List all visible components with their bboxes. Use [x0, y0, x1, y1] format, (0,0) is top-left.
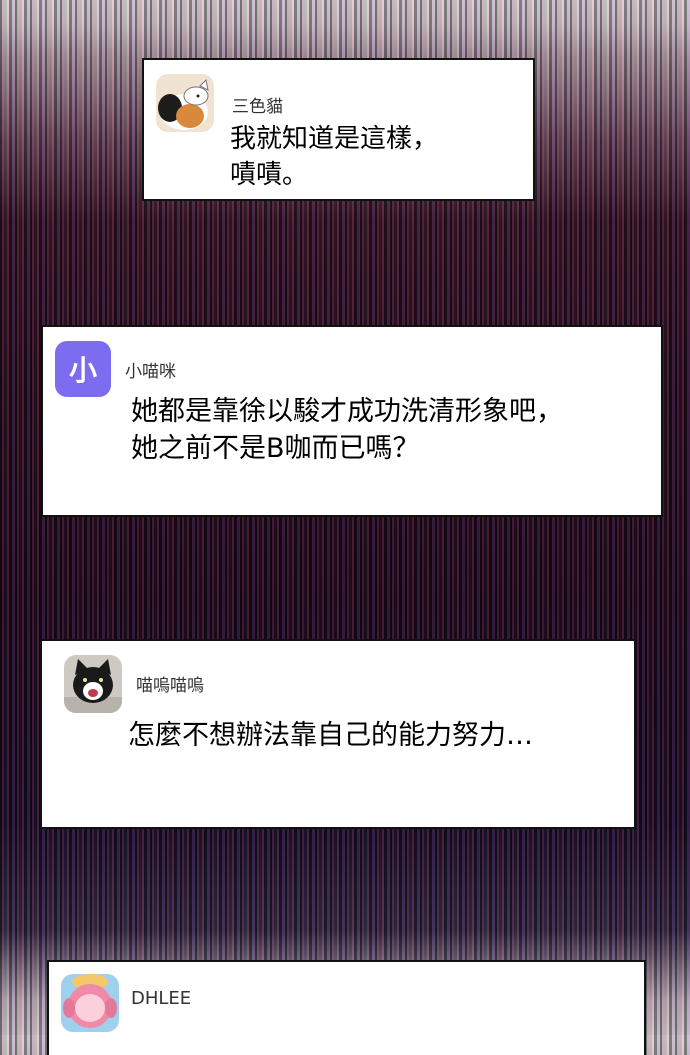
- comment-card-xiaomiaomi: 小 小喵咪 她都是靠徐以駿才成功洗清形象吧， 她之前不是B咖而已嗎？: [41, 325, 663, 517]
- comment-card-miaowu: 喵嗚喵嗚 怎麼不想辦法靠自己的能力努力…: [40, 639, 636, 829]
- comment-message-line: 她都是靠徐以駿才成功洗清形象吧，: [131, 396, 563, 427]
- comment-message-line: 她之前不是B咖而已嗎？: [131, 433, 420, 465]
- comment-message-line: 嘖嘖。: [230, 159, 309, 190]
- comment-username: DHLEE: [131, 988, 192, 1009]
- user-avatar-tuxedo-cat: [64, 655, 122, 713]
- comment-username: 小喵咪: [125, 362, 176, 382]
- comment-message-line: 我就知道是這樣，: [230, 124, 439, 154]
- user-avatar-pink-character: [61, 974, 119, 1032]
- comment-message: 她都是靠徐以駿才成功洗清形象吧， 她之前不是B咖而已嗎？: [131, 393, 563, 468]
- comment-message: 我就知道是這樣， 嘖嘖。: [230, 122, 438, 194]
- comment-username: 喵嗚喵嗚: [136, 676, 204, 696]
- avatar-letter: 小: [68, 354, 97, 387]
- comment-username: 三色貓: [232, 97, 283, 117]
- user-avatar-calico-cat: [156, 74, 214, 132]
- comment-card-dhlee: DHLEE: [47, 960, 646, 1055]
- comment-message: 怎麼不想辦法靠自己的能力努力…: [128, 717, 533, 754]
- user-avatar-letter: 小: [55, 341, 111, 397]
- comment-message-line: 怎麼不想辦法靠自己的能力努力…: [128, 720, 533, 751]
- comment-card-calico: 三色貓 我就知道是這樣， 嘖嘖。: [142, 58, 535, 201]
